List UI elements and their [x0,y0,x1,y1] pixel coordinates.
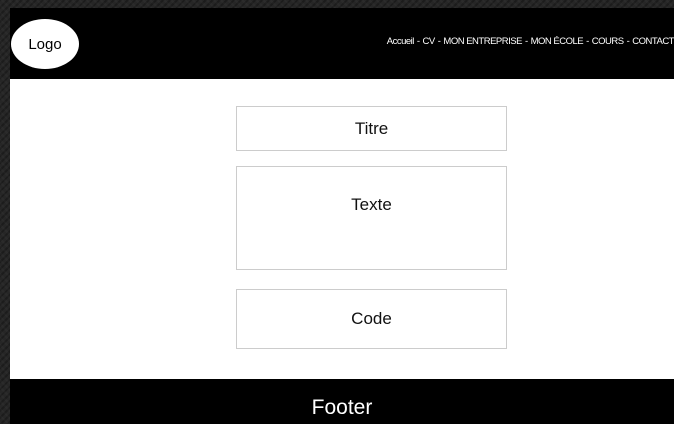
code-box: Code [236,289,507,349]
page-frame: Logo Accueil - CV - MON ENTREPRISE - MON… [10,8,674,424]
title-box: Titre [236,106,507,151]
site-header: Logo Accueil - CV - MON ENTREPRISE - MON… [10,8,674,79]
nav-item-mon-ecole[interactable]: MON ÉCOLE [531,36,584,47]
nav-separator: - [524,36,528,47]
main-nav: Accueil - CV - MON ENTREPRISE - MON ÉCOL… [387,36,674,47]
nav-separator: - [626,36,630,47]
text-box: Texte [236,166,507,270]
site-footer: Footer [10,379,674,424]
nav-item-accueil[interactable]: Accueil [387,36,415,47]
nav-item-cours[interactable]: COURS [592,36,624,47]
nav-separator: - [586,36,589,47]
main-content: Titre Texte Code [10,79,674,379]
nav-separator: - [437,36,441,47]
nav-item-contact[interactable]: CONTACT [632,36,674,47]
nav-separator: - [416,36,420,47]
nav-item-mon-entreprise[interactable]: MON ENTREPRISE [443,36,522,47]
nav-item-cv[interactable]: CV [423,36,436,47]
logo[interactable]: Logo [11,19,79,69]
